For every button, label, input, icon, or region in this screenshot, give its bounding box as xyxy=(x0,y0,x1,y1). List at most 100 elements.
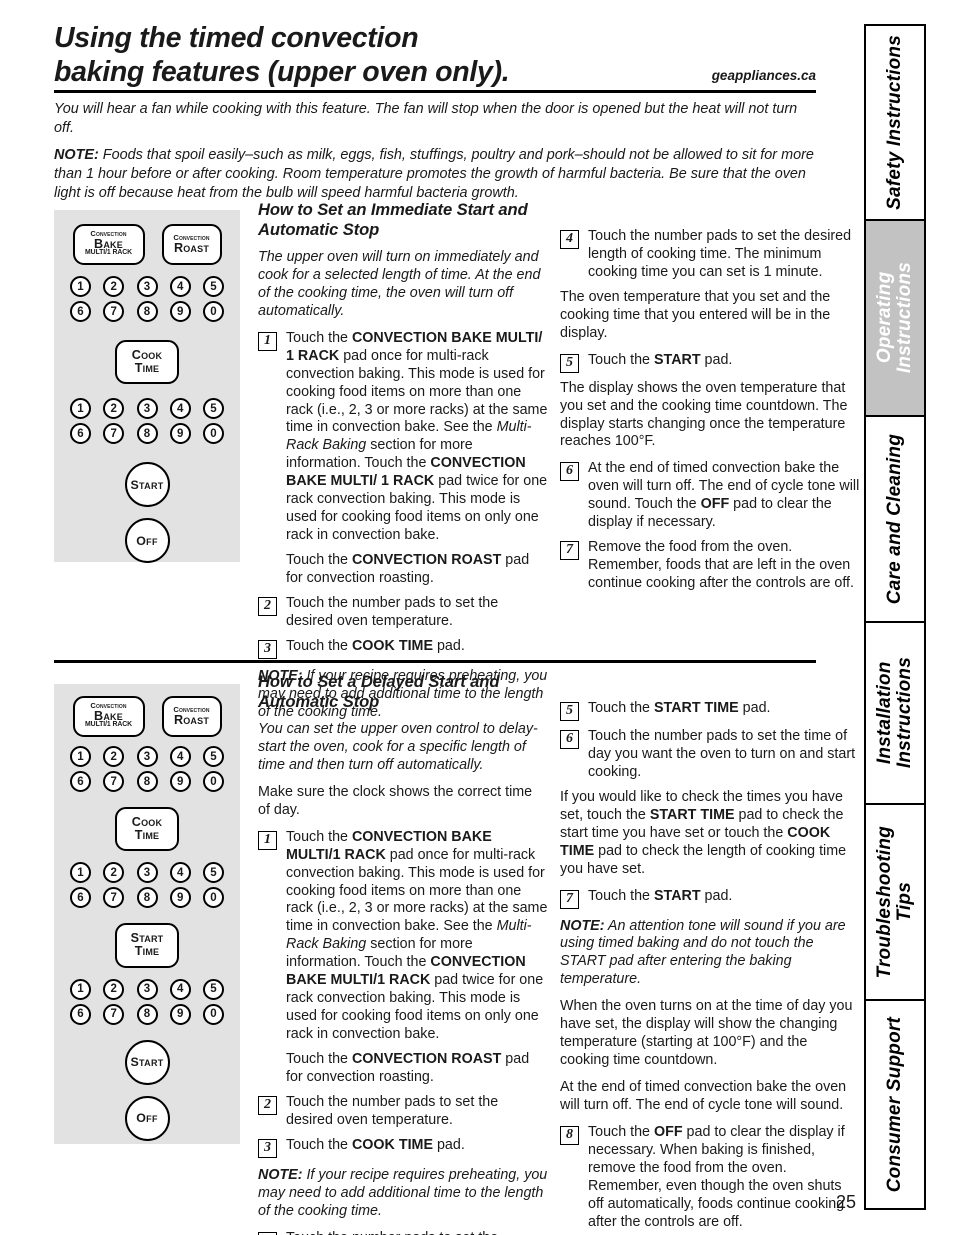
number-key[interactable]: 1 xyxy=(70,276,91,298)
step-number: 3 xyxy=(258,639,277,659)
page-header: Using the timed convection baking featur… xyxy=(54,22,816,89)
number-key[interactable]: 7 xyxy=(103,1003,125,1025)
number-key[interactable]: 8 xyxy=(136,423,158,445)
number-key[interactable]: 5 xyxy=(203,746,224,768)
number-key[interactable]: 6 xyxy=(70,771,91,793)
number-key[interactable]: 6 xyxy=(70,301,91,323)
note-label: NOTE: xyxy=(560,917,605,934)
tab-operating-instructions[interactable]: Operating Instructions xyxy=(864,219,926,415)
step-number: 5 xyxy=(560,353,579,373)
number-key[interactable]: 5 xyxy=(203,862,224,884)
convection-bake-pad[interactable]: Convection Bake MULTI/1 RACK xyxy=(72,224,145,266)
number-key[interactable]: 3 xyxy=(136,276,158,298)
number-key[interactable]: 4 xyxy=(169,978,191,1000)
number-key[interactable]: 5 xyxy=(203,276,224,298)
check-post: pad to check the length of cooking time … xyxy=(560,842,847,877)
step-item: 4 Touch the number pads to set the desir… xyxy=(258,1230,548,1235)
step-number: 2 xyxy=(258,1095,277,1115)
step-number: 1 xyxy=(258,331,277,351)
number-key[interactable]: 8 xyxy=(136,1003,158,1025)
step-text-pre: Touch the xyxy=(588,887,654,904)
step-text: Touch the START TIME pad. xyxy=(588,700,771,721)
number-key[interactable]: 0 xyxy=(203,887,224,909)
step-item: 1 Touch the CONVECTION BAKE MULTI/1 RACK… xyxy=(258,829,548,1044)
number-key[interactable]: 4 xyxy=(169,746,191,768)
off-pad[interactable]: Off xyxy=(124,1095,170,1141)
step-text: Touch the START pad. xyxy=(588,888,732,909)
number-key[interactable]: 5 xyxy=(203,978,224,1000)
step-text-bold: START TIME xyxy=(653,700,739,716)
step-text-pre: Touch the xyxy=(286,828,352,845)
number-key[interactable]: 9 xyxy=(169,771,191,793)
tab-care-and-cleaning[interactable]: Care and Cleaning xyxy=(864,415,926,621)
number-key[interactable]: 3 xyxy=(136,862,158,884)
step-text-post: pad. xyxy=(700,351,733,368)
number-key[interactable]: 6 xyxy=(70,887,91,909)
number-key[interactable]: 0 xyxy=(203,301,224,323)
step1-roast-note: Touch the CONVECTION ROAST pad for conve… xyxy=(286,552,548,588)
number-key[interactable]: 7 xyxy=(103,887,125,909)
sub-pre: Touch the xyxy=(286,1050,352,1067)
tab-troubleshooting-tips[interactable]: Troubleshooting Tips xyxy=(864,803,926,999)
number-key[interactable]: 7 xyxy=(103,423,125,445)
number-key[interactable]: 9 xyxy=(169,1003,191,1025)
number-key[interactable]: 3 xyxy=(136,398,158,420)
number-key[interactable]: 0 xyxy=(203,771,224,793)
number-key[interactable]: 8 xyxy=(136,887,158,909)
number-key[interactable]: 4 xyxy=(169,276,191,298)
tab-installation-instructions[interactable]: Installation Instructions xyxy=(864,621,926,803)
step-text-bold: COOK TIME xyxy=(351,637,433,654)
number-key[interactable]: 2 xyxy=(103,862,125,884)
number-key[interactable]: 9 xyxy=(169,423,191,445)
number-key[interactable]: 1 xyxy=(70,398,91,420)
tab-safety-instructions[interactable]: Safety Instructions xyxy=(864,24,926,219)
number-key[interactable]: 9 xyxy=(169,887,191,909)
start-pad[interactable]: Start xyxy=(124,1039,170,1085)
number-key[interactable]: 0 xyxy=(203,1003,224,1025)
tab-consumer-support[interactable]: Consumer Support xyxy=(864,999,926,1210)
step-item: 3 Touch the COOK TIME pad. xyxy=(258,638,548,659)
step-text: Touch the number pads to set the desired… xyxy=(286,1093,499,1128)
number-key[interactable]: 3 xyxy=(136,746,158,768)
number-key[interactable]: 1 xyxy=(70,746,91,768)
number-key[interactable]: 3 xyxy=(136,978,158,1000)
section2-end-of-bake: At the end of timed convection bake the … xyxy=(560,1079,847,1113)
manual-page: Safety Instructions Operating Instructio… xyxy=(0,0,954,1235)
number-key[interactable]: 8 xyxy=(136,771,158,793)
step-item: 2 Touch the number pads to set the desir… xyxy=(258,1094,548,1130)
number-key[interactable]: 6 xyxy=(70,1003,91,1025)
page-title: Using the timed convection baking featur… xyxy=(54,22,510,88)
number-key[interactable]: 4 xyxy=(169,862,191,884)
off-pad[interactable]: Off xyxy=(124,518,170,564)
step-text: At the end of timed convection bake the … xyxy=(588,460,860,532)
brand-website: geappliances.ca xyxy=(711,68,816,84)
number-key[interactable]: 5 xyxy=(203,398,224,420)
start-time-pad[interactable]: Start Time xyxy=(115,923,179,968)
convection-bake-pad[interactable]: Convection Bake MULTI/1 RACK xyxy=(72,696,145,738)
number-key[interactable]: 9 xyxy=(169,301,191,323)
number-key[interactable]: 4 xyxy=(169,398,191,420)
convection-roast-pad[interactable]: Convection Roast xyxy=(161,696,222,738)
header-divider xyxy=(54,90,816,93)
number-key[interactable]: 7 xyxy=(103,771,125,793)
number-key[interactable]: 2 xyxy=(103,746,125,768)
cook-time-pad[interactable]: Cook Time xyxy=(115,340,179,385)
number-key[interactable]: 2 xyxy=(103,276,125,298)
start-pad[interactable]: Start xyxy=(124,462,170,508)
number-key[interactable]: 1 xyxy=(70,978,91,1000)
convection-roast-pad[interactable]: Convection Roast xyxy=(161,224,222,266)
number-key[interactable]: 7 xyxy=(103,301,125,323)
number-key[interactable]: 1 xyxy=(70,862,91,884)
number-key[interactable]: 2 xyxy=(103,398,125,420)
number-key[interactable]: 0 xyxy=(203,423,224,445)
number-key[interactable]: 8 xyxy=(136,301,158,323)
step-number: 8 xyxy=(560,1125,579,1145)
pad-line-2: Time xyxy=(134,943,160,958)
pad-line-3: MULTI/1 RACK xyxy=(85,721,132,729)
number-keys-row: 1 2 3 4 5 xyxy=(64,746,230,768)
number-key[interactable]: 2 xyxy=(103,978,125,1000)
number-key[interactable]: 6 xyxy=(70,423,91,445)
step-text-post: pad. xyxy=(433,637,465,654)
cook-time-pad[interactable]: Cook Time xyxy=(115,807,179,852)
step-item: 8 Touch the OFF pad to clear the display… xyxy=(560,1124,860,1232)
